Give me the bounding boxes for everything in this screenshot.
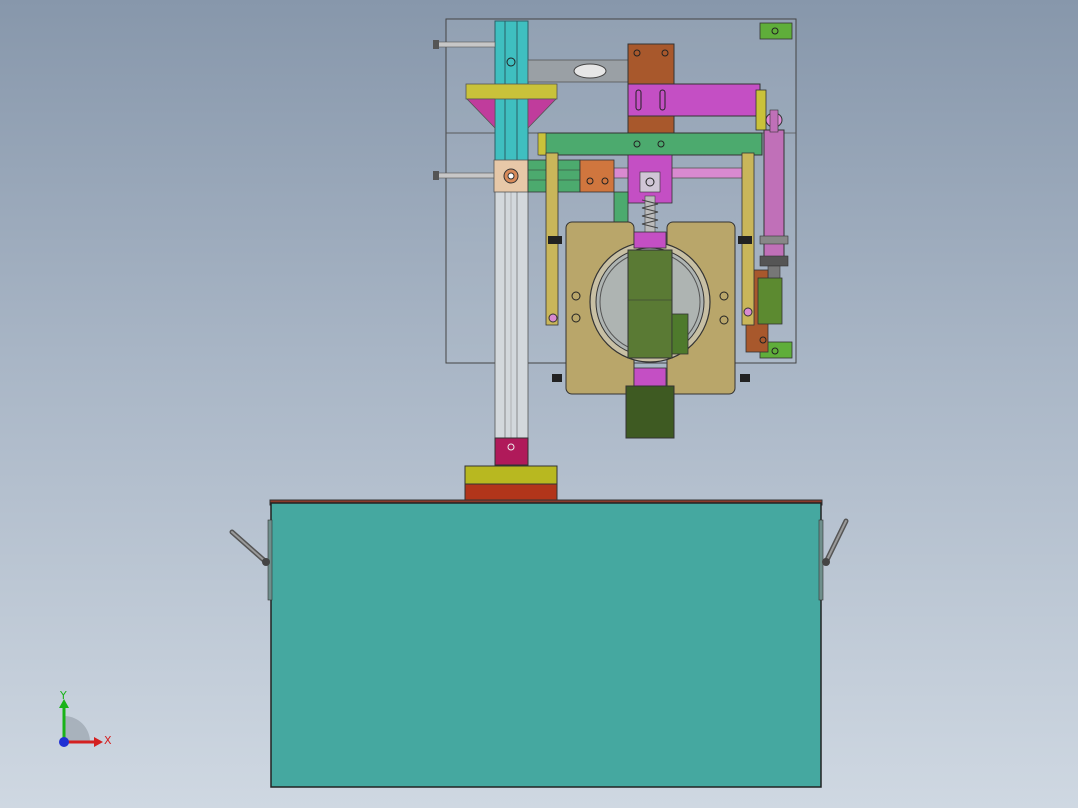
base-box-body: [270, 502, 822, 788]
left-handle: [229, 529, 270, 566]
mount-block: [464, 465, 558, 501]
x-axis-label: X: [104, 734, 112, 747]
rail-end-block: [494, 437, 529, 466]
green-crossbar: [537, 132, 763, 156]
corner-bracket-top-right: [759, 22, 793, 40]
cad-viewport[interactable]: Y X: [0, 0, 1078, 808]
green-slider: [527, 159, 615, 193]
link-arm: [527, 59, 629, 83]
left-jaw-bolt: [552, 374, 562, 382]
orientation-triad: Y X: [59, 689, 112, 747]
y-axis-label: Y: [59, 689, 67, 702]
right-handle: [822, 518, 849, 566]
base-box-right-flange: [818, 519, 824, 601]
base-box: [267, 499, 824, 788]
pneumatic-cylinder: [759, 109, 789, 281]
right-jaw-bolt: [740, 374, 750, 382]
